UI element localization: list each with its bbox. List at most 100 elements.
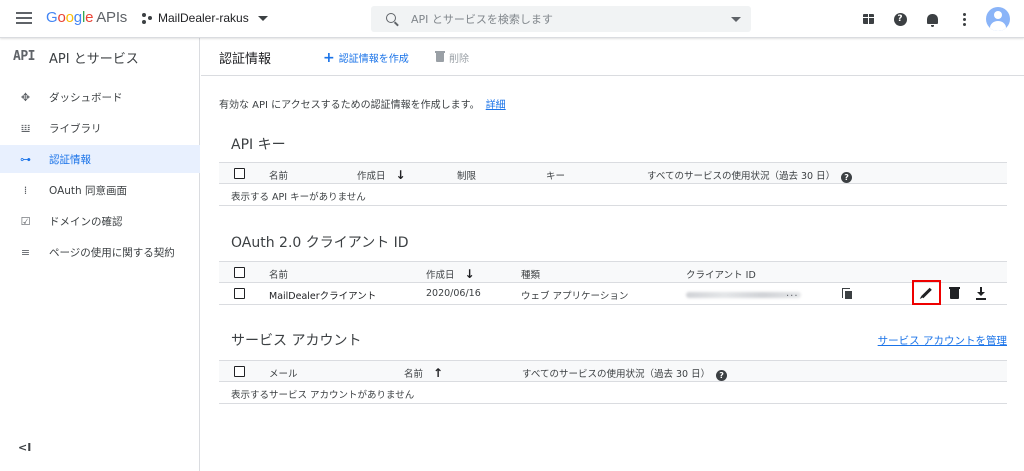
help-icon[interactable]: ? <box>716 370 728 381</box>
arrow-down-icon: ↓ <box>464 267 475 281</box>
select-all-checkbox[interactable] <box>234 366 245 377</box>
sidebar-item-label: 認証情報 <box>49 154 91 166</box>
gift-button[interactable] <box>856 7 880 31</box>
checkbox-icon: ☑ <box>20 215 31 228</box>
col-created-label: 作成日 <box>357 171 386 182</box>
arrow-down-icon: ↓ <box>395 168 406 182</box>
col-key[interactable]: キー <box>546 168 565 182</box>
google-apis-logo[interactable]: Google APIs <box>46 9 127 26</box>
sidebar-item-0[interactable]: ✥ ダッシュボード <box>0 83 200 111</box>
more-vert-icon <box>962 12 966 26</box>
sidebar-item-5[interactable]: ≡ ページの使用に関する契約 <box>0 238 200 266</box>
client-name-link[interactable]: MailDealerクライアント <box>269 288 376 302</box>
arrow-up-icon: ↑ <box>433 366 444 380</box>
create-credentials-button[interactable]: + 認証情報を作成 <box>323 50 409 66</box>
logo-apis-text: APIs <box>96 9 128 26</box>
hamburger-menu-icon[interactable] <box>16 12 32 25</box>
intro-description: 有効な API にアクセスするための認証情報を作成します。 <box>219 100 480 111</box>
more-options-button[interactable] <box>952 7 976 31</box>
col-name[interactable]: 名前 ↑ <box>404 366 443 380</box>
top-bar: GoogleAPIs MailDealer-rakus ? <box>0 0 1024 38</box>
help-icon[interactable]: ? <box>841 172 853 183</box>
table-header: 名前 作成日 ↓ 種類 クライアント ID <box>219 261 1007 283</box>
sidebar-item-label: ライブラリ <box>49 123 102 135</box>
table-row[interactable]: MailDealerクライアント 2020/06/16 ウェブ アプリケーション… <box>219 280 1007 305</box>
trash-icon[interactable] <box>949 287 960 299</box>
search-bar[interactable] <box>371 6 751 32</box>
page-title: 認証情報 <box>219 52 272 67</box>
trash-icon <box>435 51 445 62</box>
oauth-title: OAuth 2.0 クライアント ID <box>231 235 409 251</box>
sidebar-item-1[interactable]: 𝍔 ライブラリ <box>0 114 200 142</box>
table-header: 名前 作成日 ↓ 制限 キー すべてのサービスの使用状況（過去 30 日）? <box>219 162 1007 184</box>
col-usage[interactable]: すべてのサービスの使用状況（過去 30 日）? <box>522 366 728 381</box>
project-icon <box>142 12 153 24</box>
help-button[interactable]: ? <box>888 7 912 31</box>
project-selector[interactable]: MailDealer-rakus <box>142 11 268 25</box>
notifications-button[interactable] <box>920 7 944 31</box>
client-type: ウェブ アプリケーション <box>521 291 629 302</box>
project-name: MailDealer-rakus <box>158 11 249 25</box>
col-client-id[interactable]: クライアント ID <box>686 267 756 281</box>
table-header: メール 名前 ↑ すべてのサービスの使用状況（過去 30 日）? <box>219 360 1007 382</box>
help-icon: ? <box>893 12 907 26</box>
col-name-label: 名前 <box>404 369 424 380</box>
sidebar-item-label: ページの使用に関する契約 <box>49 247 175 259</box>
sidebar-header: API API とサービス <box>0 38 200 75</box>
page-header: 認証情報 + 認証情報を作成 削除 <box>201 38 1024 76</box>
api-badge-icon: API <box>13 49 35 64</box>
col-usage-label: すべてのサービスの使用状況（過去 30 日） <box>522 369 711 380</box>
select-all-checkbox[interactable] <box>234 267 245 278</box>
select-all-checkbox[interactable] <box>234 168 245 179</box>
sidebar-item-3[interactable]: ⁞ OAuth 同意画面 <box>0 176 200 204</box>
created-date: 2020/06/16 <box>426 288 481 299</box>
sidebar-item-label: ダッシュボード <box>49 92 123 104</box>
edit-button[interactable] <box>912 280 941 305</box>
chevron-down-icon <box>257 15 268 21</box>
library-icon: 𝍔 <box>20 122 31 135</box>
sidebar-item-label: OAuth 同意画面 <box>49 185 128 197</box>
col-usage[interactable]: すべてのサービスの使用状況（過去 30 日）? <box>647 168 853 183</box>
col-name[interactable]: 名前 <box>269 168 288 182</box>
top-actions: ? <box>848 7 1010 31</box>
delete-label: 削除 <box>449 54 469 65</box>
row-checkbox[interactable] <box>234 288 245 299</box>
col-type[interactable]: 種類 <box>521 267 540 281</box>
delete-button[interactable]: 削除 <box>435 50 469 65</box>
col-created-label: 作成日 <box>426 270 455 281</box>
avatar[interactable] <box>986 7 1010 31</box>
col-created[interactable]: 作成日 ↓ <box>357 168 406 182</box>
col-usage-label: すべてのサービスの使用状況（過去 30 日） <box>647 171 836 182</box>
collapse-sidebar-icon[interactable]: <I <box>18 441 31 454</box>
api-keys-title: API キー <box>231 137 286 153</box>
search-icon <box>386 13 396 23</box>
empty-message: 表示するサービス アカウントがありません <box>231 390 415 401</box>
col-restriction[interactable]: 制限 <box>457 168 476 182</box>
sidebar-item-label: ドメインの確認 <box>49 216 123 228</box>
intro-text: 有効な API にアクセスするための認証情報を作成します。 詳細 <box>219 96 506 111</box>
search-input[interactable] <box>411 10 711 28</box>
sidebar-item-2[interactable]: ⊶ 認証情報 <box>0 145 200 173</box>
dashboard-icon: ✥ <box>20 91 31 104</box>
empty-row: 表示する API キーがありません <box>219 184 1007 206</box>
manage-service-accounts-link[interactable]: サービス アカウントを管理 <box>878 333 1007 348</box>
gift-icon <box>862 14 874 24</box>
empty-message: 表示する API キーがありません <box>231 192 366 203</box>
col-created[interactable]: 作成日 ↓ <box>426 267 475 281</box>
logo-google-text: Google <box>46 9 94 26</box>
sidebar-title: API とサービス <box>49 52 139 67</box>
consent-icon: ⁞ <box>23 184 28 197</box>
learn-more-link[interactable]: 詳細 <box>486 100 506 111</box>
copy-icon[interactable] <box>842 288 853 300</box>
pencil-icon <box>921 287 932 298</box>
col-name[interactable]: 名前 <box>269 267 288 281</box>
main-content: 認証情報 + 認証情報を作成 削除 有効な API にアクセスするための認証情報… <box>201 38 1024 471</box>
settings-list-icon: ≡ <box>20 246 31 259</box>
key-icon: ⊶ <box>20 153 31 166</box>
client-id-redacted <box>686 292 801 298</box>
search-dropdown-icon[interactable] <box>731 17 741 22</box>
download-icon[interactable] <box>975 287 987 300</box>
sidebar-item-4[interactable]: ☑ ドメインの確認 <box>0 207 200 235</box>
service-accounts-title: サービス アカウント <box>231 333 362 349</box>
col-email[interactable]: メール <box>269 366 298 380</box>
